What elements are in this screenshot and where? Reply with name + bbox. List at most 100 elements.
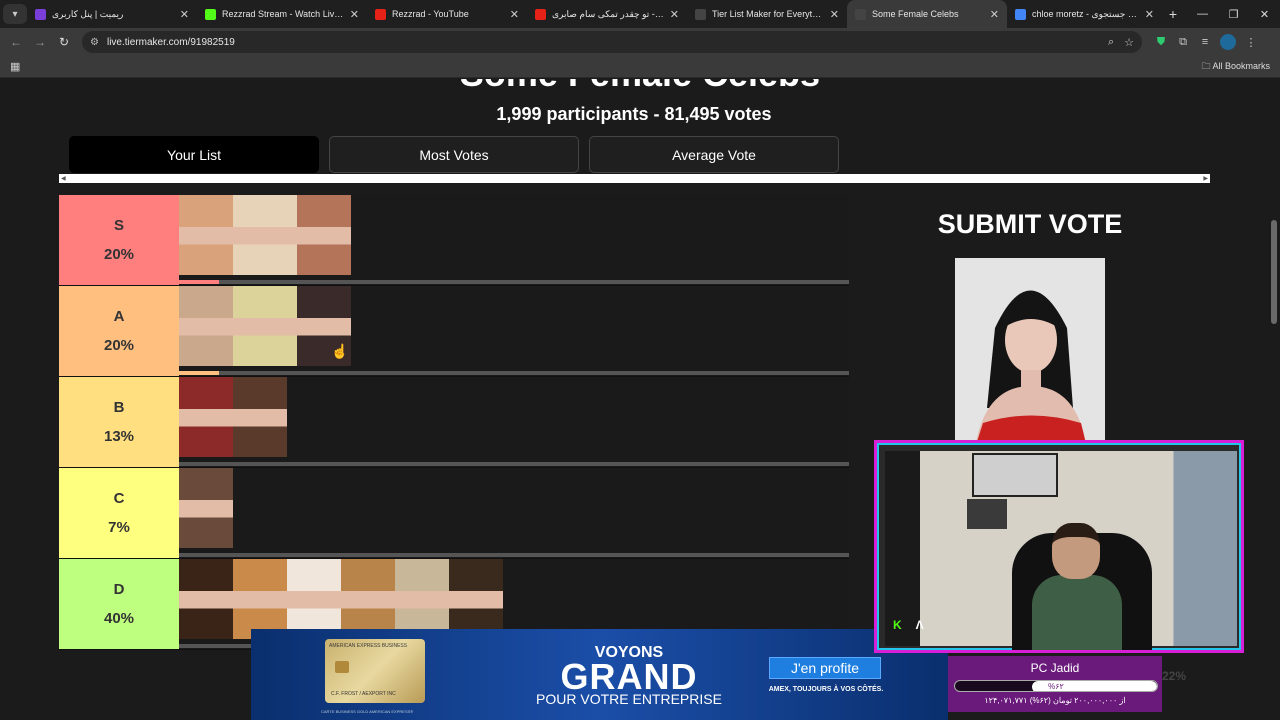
tier-row: B 13%	[59, 377, 849, 468]
webcam-overlay: K Λ	[874, 440, 1244, 653]
tab-title: chloe moretz - جستجوی Google	[1032, 8, 1139, 19]
card-holder: C.F. FROST / AEXPORT INC	[331, 691, 396, 697]
webcam-poster	[972, 453, 1058, 497]
celebrity-thumbnail[interactable]	[179, 559, 233, 639]
celebrity-thumbnail[interactable]	[233, 559, 287, 639]
browser-tab[interactable]: ریمیت | پنل کاربری ✕	[27, 0, 197, 28]
horizontal-scrollbar[interactable]: ◀ ▶	[59, 174, 1210, 183]
tier-label[interactable]: B 13%	[59, 377, 179, 467]
tier-list: S 20% A 20% B 13% C 7% D 40%	[59, 195, 849, 650]
extensions-puzzle-icon[interactable]: ⧉	[1172, 36, 1194, 49]
close-window-icon[interactable]: ✕	[1249, 0, 1280, 28]
tab-close-icon[interactable]: ✕	[350, 8, 359, 21]
browser-tab[interactable]: Rezzrad Stream - Watch Live on ✕	[197, 0, 367, 28]
donation-goal: PC Jadid %۶۲ ۱۲۴,۰۷۱,۷۷۱ از ۲۰۰,۰۰۰,۰۰۰ …	[948, 656, 1162, 712]
tier-vote-bar-fill	[179, 371, 220, 375]
tier-row: C 7%	[59, 468, 849, 559]
tier-vote-bar-fill	[179, 280, 220, 284]
scroll-left-icon[interactable]: ◀	[61, 175, 66, 182]
back-icon[interactable]: ←	[4, 35, 28, 49]
zoom-icon[interactable]: ⌕	[1108, 36, 1114, 49]
browser-tab[interactable]: Rezzrad - YouTube ✕	[367, 0, 527, 28]
celebrity-thumbnail[interactable]	[179, 377, 233, 457]
celebrity-thumbnail[interactable]	[287, 559, 341, 639]
ad-subline: AMEX, TOUJOURS À VOS CÔTÉS.	[768, 686, 884, 693]
tab-close-icon[interactable]: ✕	[180, 8, 189, 21]
tier-items	[179, 468, 233, 548]
donation-percent: %۶۲	[1048, 682, 1064, 691]
tier-label[interactable]: D 40%	[59, 559, 179, 649]
all-bookmarks-label: All Bookmarks	[1212, 60, 1270, 71]
tab-close-icon[interactable]: ✕	[670, 8, 679, 21]
celebrity-thumbnail[interactable]	[179, 468, 233, 548]
browser-tab[interactable]: Tier List Maker for Everything - ✕	[687, 0, 847, 28]
minimize-icon[interactable]: —	[1187, 0, 1218, 28]
celebrity-thumbnail[interactable]	[179, 286, 233, 366]
tab-favicon-icon	[205, 8, 216, 20]
your-list-button[interactable]: Your List	[69, 136, 319, 173]
celebrity-thumbnail[interactable]	[233, 377, 287, 457]
url-text[interactable]: live.tiermaker.com/91982519	[107, 37, 1098, 48]
media-control-icon[interactable]: ≡	[1194, 36, 1216, 48]
tier-percent: 7%	[108, 519, 130, 536]
celebrity-thumbnail[interactable]	[297, 195, 351, 275]
tier-vote-bar	[179, 553, 849, 557]
tier-percent: 40%	[103, 610, 135, 627]
forward-icon[interactable]: →	[28, 35, 52, 49]
tab-close-icon[interactable]: ✕	[1145, 8, 1154, 21]
tier-label[interactable]: A 20%	[59, 286, 179, 376]
vote-candidate-photo[interactable]	[955, 258, 1105, 448]
bookmarks-bar: ▦ 🗀 All Bookmarks	[0, 56, 1280, 78]
most-votes-button[interactable]: Most Votes	[329, 136, 579, 173]
all-bookmarks-button[interactable]: 🗀 All Bookmarks	[1201, 59, 1270, 75]
browser-tab[interactable]: Some Female Celebs ✕	[847, 0, 1007, 28]
scroll-right-icon[interactable]: ▶	[1203, 175, 1208, 182]
tier-label[interactable]: C 7%	[59, 468, 179, 558]
ad-cta-button[interactable]: J'en profite	[769, 657, 881, 679]
celebrity-thumbnail[interactable]	[341, 559, 395, 639]
celebrity-thumbnail[interactable]	[179, 195, 233, 275]
address-bar[interactable]: ⚙ live.tiermaker.com/91982519 ⌕ ☆	[82, 31, 1142, 53]
profile-avatar[interactable]	[1220, 34, 1236, 50]
ad-banner[interactable]: AMERICAN EXPRESS BUSINESS C.F. FROST / A…	[251, 629, 948, 720]
tab-title: Some Female Celebs	[872, 9, 959, 19]
streamer	[1032, 523, 1122, 650]
tab-title: Rezzrad - YouTube	[392, 9, 469, 19]
browser-tab[interactable]: chloe moretz - جستجوی Google ✕	[1007, 0, 1162, 28]
tier-row: A 20%	[59, 286, 849, 377]
streamer-head	[1052, 523, 1100, 579]
tier-vote-bar	[179, 371, 849, 375]
amex-card-image: AMERICAN EXPRESS BUSINESS C.F. FROST / A…	[325, 639, 425, 703]
vertical-scrollbar-thumb[interactable]	[1271, 220, 1277, 324]
donation-amount: ۱۲۴,۰۷۱,۷۷۱ از ۲۰۰,۰۰۰,۰۰۰ تومان (۶۲%)	[984, 696, 1126, 705]
tab-favicon-icon	[535, 8, 546, 20]
tab-close-icon[interactable]: ✕	[990, 8, 999, 21]
apps-grid-icon[interactable]: ▦	[10, 60, 20, 73]
card-brand: AMERICAN EXPRESS BUSINESS	[329, 643, 408, 649]
faded-percent-label: 22%	[1162, 669, 1187, 683]
tier-letter: D	[113, 581, 125, 598]
card-caption: CARTE BUSINESS GOLD AMERICAN EXPRESS®	[321, 709, 414, 714]
tier-label[interactable]: S 20%	[59, 195, 179, 285]
tier-letter: C	[113, 490, 125, 507]
extension-shield-icon[interactable]: ⛊	[1150, 36, 1172, 49]
site-info-icon[interactable]: ⚙	[90, 37, 99, 48]
bookmark-star-icon[interactable]: ☆	[1124, 36, 1134, 49]
tab-search-button[interactable]: ▾	[3, 4, 27, 24]
reload-icon[interactable]: ↻	[52, 35, 76, 49]
tab-close-icon[interactable]: ✕	[830, 8, 839, 21]
tier-vote-bar	[179, 462, 849, 466]
average-vote-button[interactable]: Average Vote	[589, 136, 839, 173]
celebrity-thumbnail[interactable]	[449, 559, 503, 639]
restore-icon[interactable]: ❐	[1218, 0, 1249, 28]
browser-menu-icon[interactable]: ⋮	[1240, 36, 1262, 49]
tab-strip: ▾ ریمیت | پنل کاربری ✕ Rezzrad Stream - Wa…	[0, 0, 1280, 28]
tab-close-icon[interactable]: ✕	[510, 8, 519, 21]
browser-tab[interactable]: تو چقدر تمکی سام صابری - Tube ✕	[527, 0, 687, 28]
new-tab-button[interactable]: +	[1162, 6, 1184, 22]
card-chip-icon	[335, 661, 349, 673]
celebrity-thumbnail[interactable]	[233, 195, 297, 275]
celebrity-thumbnail[interactable]	[233, 286, 297, 366]
celebrity-thumbnail[interactable]	[395, 559, 449, 639]
tier-items	[179, 377, 287, 457]
